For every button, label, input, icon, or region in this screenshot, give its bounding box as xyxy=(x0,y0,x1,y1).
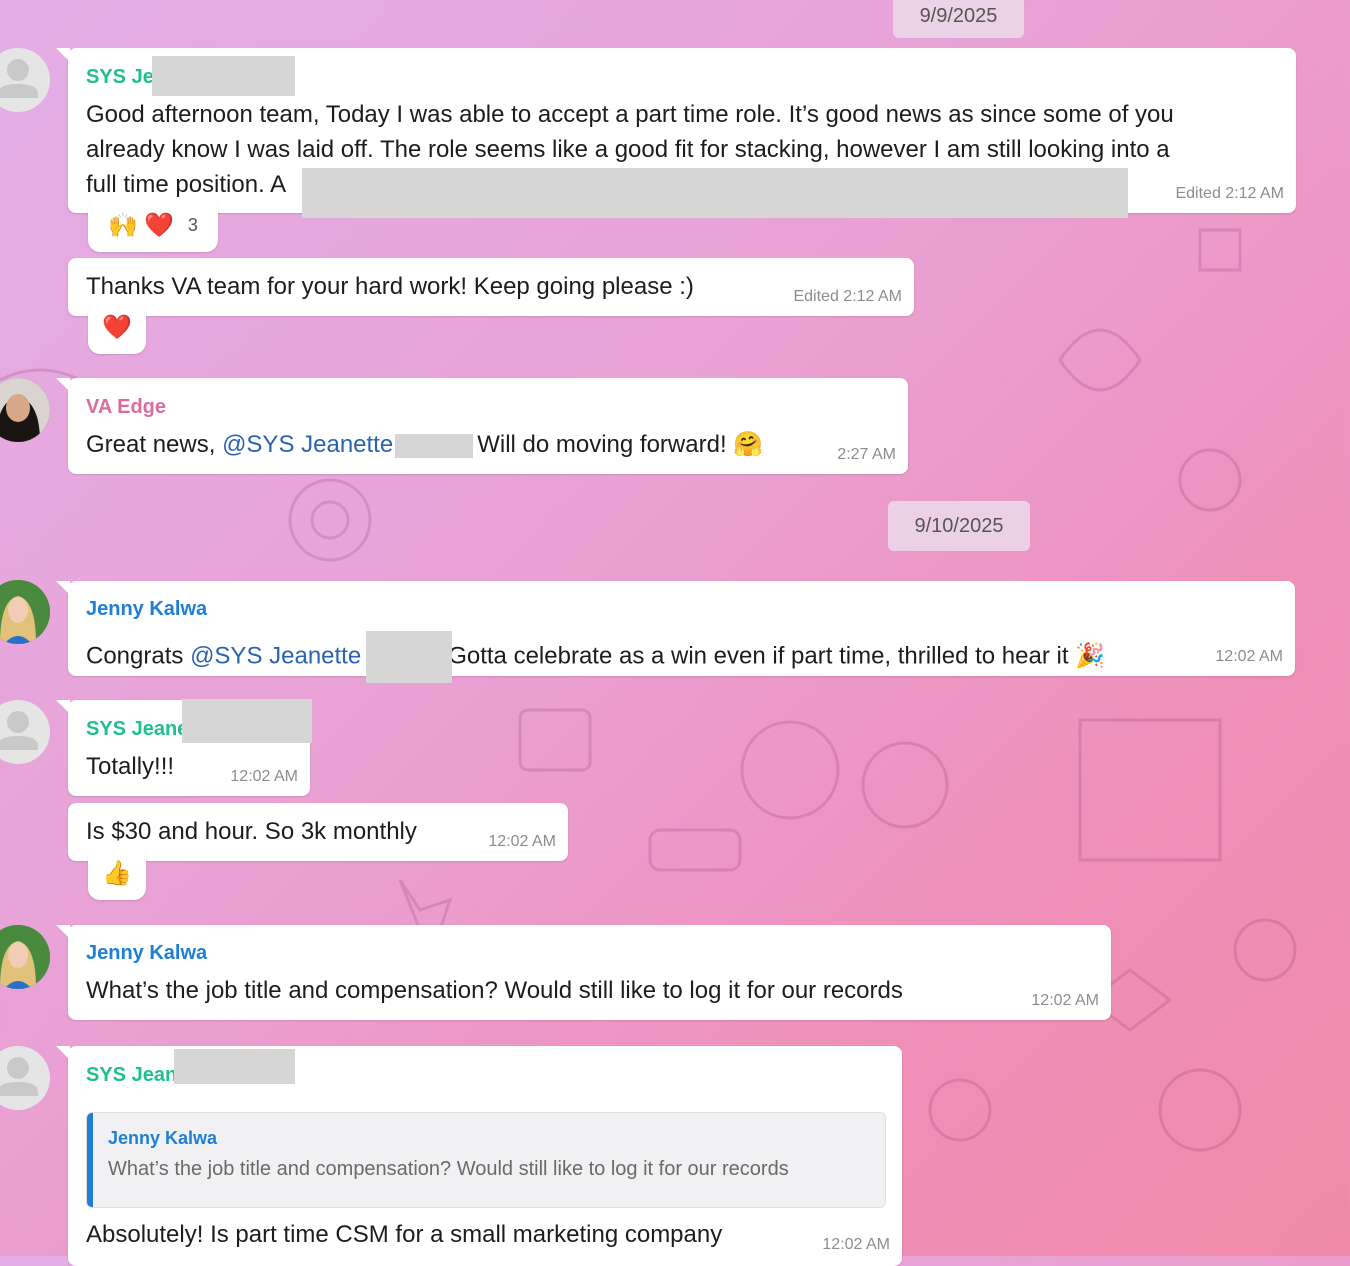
message-time: 12:02 AM xyxy=(1215,648,1283,665)
message-text-part: Will do moving forward! xyxy=(477,431,727,458)
message-text: Congrats @SYS Jeanette Gotta celebrate as… xyxy=(86,631,1105,683)
sender-name[interactable]: SYS Jean xyxy=(86,1064,177,1087)
sender-name[interactable]: SYS Jeane xyxy=(86,718,188,741)
user-placeholder-icon xyxy=(0,59,38,98)
profile-photo-icon xyxy=(0,580,50,644)
user-placeholder-icon xyxy=(0,1057,38,1096)
message-time: 12:02 AM xyxy=(1031,992,1099,1009)
avatar[interactable] xyxy=(0,580,50,644)
reaction-count: 3 xyxy=(187,214,198,235)
message-text: What’s the job title and compensation? W… xyxy=(86,977,903,1004)
mention-link[interactable]: @SYS Jeanette xyxy=(190,642,361,669)
redacted-block xyxy=(174,1049,295,1084)
thumbs-up-emoji: 👍 xyxy=(102,859,132,887)
reactions-pill[interactable]: ❤️ xyxy=(88,300,146,354)
message-text: Absolutely! Is part time CSM for a small… xyxy=(86,1221,723,1248)
message-bubble[interactable]: Thanks VA team for your hard work! Keep … xyxy=(68,258,914,316)
message-bubble[interactable]: SYS Jea Good afternoon team, Today I was… xyxy=(56,48,1296,218)
reply-quote[interactable]: Jenny Kalwa What’s the job title and com… xyxy=(86,1112,886,1208)
sender-name[interactable]: Jenny Kalwa xyxy=(86,942,207,965)
message-text: Good afternoon team, Today I was able to… xyxy=(86,101,1174,128)
reactions-pill[interactable]: 🙌 ❤️ 3 xyxy=(88,198,218,252)
message-text: Thanks VA team for your hard work! Keep … xyxy=(86,273,694,300)
user-placeholder-icon xyxy=(0,711,38,750)
message-time: 2:27 AM xyxy=(837,446,896,463)
redacted-block xyxy=(182,699,312,743)
heart-emoji: ❤️ xyxy=(102,313,132,341)
mention-link[interactable]: @SYS Jeanette xyxy=(222,431,393,458)
heart-emoji: ❤️ xyxy=(143,211,174,239)
redacted-block xyxy=(366,631,453,683)
avatar[interactable] xyxy=(0,378,50,442)
message-text: Totally!!! xyxy=(86,753,175,780)
raising-hands-emoji: 🙌 xyxy=(108,211,138,239)
avatar[interactable] xyxy=(0,1046,50,1110)
message-text-part: Congrats xyxy=(86,642,191,670)
message-bubble[interactable]: SYS Jeane Totally!!! 12:02 AM xyxy=(56,699,312,796)
reply-sender-name: Jenny Kalwa xyxy=(108,1128,218,1148)
message-text: Is $30 and hour. So 3k monthly xyxy=(86,818,417,845)
message-time: Edited 2:12 AM xyxy=(1175,185,1284,202)
message-bubble[interactable]: Jenny Kalwa Congrats @SYS Jeanette Gotta … xyxy=(56,581,1295,683)
avatar[interactable] xyxy=(0,48,50,112)
message-bubble[interactable]: SYS Jean Jenny Kalwa What’s the job titl… xyxy=(56,1046,902,1266)
redacted-block xyxy=(152,56,295,96)
sender-name[interactable]: Jenny Kalwa xyxy=(86,598,207,621)
avatar[interactable] xyxy=(0,925,50,989)
profile-photo-icon xyxy=(0,378,50,442)
date-separator: 9/9/2025 xyxy=(893,0,1024,38)
party-popper-emoji: 🎉 xyxy=(1075,642,1106,670)
sender-name[interactable]: VA Edge xyxy=(86,396,166,419)
message-text: full time position. A xyxy=(86,171,287,198)
message-text-part: Gotta celebrate as a win even if part ti… xyxy=(448,642,1069,670)
date-separator: 9/10/2025 xyxy=(888,501,1030,551)
reply-text: What’s the job title and compensation? W… xyxy=(108,1158,789,1180)
reply-accent-bar xyxy=(87,1113,93,1207)
redacted-block xyxy=(302,168,1128,218)
message-bubble[interactable]: Jenny Kalwa What’s the job title and com… xyxy=(56,925,1111,1020)
profile-photo-icon xyxy=(0,925,50,989)
message-time: 12:02 AM xyxy=(230,768,298,785)
message-time: 12:02 AM xyxy=(488,833,556,850)
message-text: already know I was laid off. The role se… xyxy=(86,136,1170,163)
message-bubble[interactable]: VA Edge Great news, @SYS Jeanette Will do… xyxy=(56,378,908,474)
message-text: Great news, @SYS Jeanette Will do moving … xyxy=(86,428,763,462)
message-text-part: Great news, xyxy=(86,431,223,458)
redacted-block xyxy=(395,433,474,458)
reactions-pill[interactable]: 👍 xyxy=(88,846,146,900)
avatar[interactable] xyxy=(0,700,50,764)
message-time: Edited 2:12 AM xyxy=(793,288,902,305)
hugging-face-emoji: 🤗 xyxy=(733,431,764,458)
message-time: 12:02 AM xyxy=(822,1236,890,1253)
